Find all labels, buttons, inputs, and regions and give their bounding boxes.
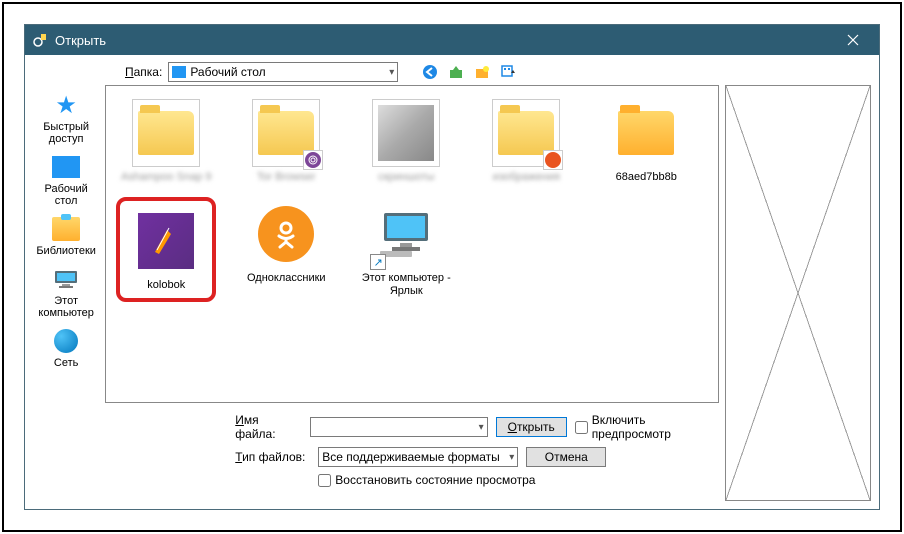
folder-icon bbox=[138, 111, 194, 155]
open-file-dialog: Открыть Папка: Рабочий стол ▾ ★ Быстрый … bbox=[24, 24, 880, 510]
sidebar-this-pc[interactable]: Этот компьютер bbox=[33, 265, 99, 319]
file-label: 68aed7bb8b bbox=[616, 171, 677, 184]
sidebar-network[interactable]: Сеть bbox=[33, 327, 99, 369]
star-icon: ★ bbox=[55, 91, 77, 120]
back-button[interactable] bbox=[420, 62, 440, 82]
file-label: kolobok bbox=[147, 279, 185, 292]
sidebar-quick-access[interactable]: ★ Быстрый доступ bbox=[33, 91, 99, 145]
filename-input[interactable]: ▾ bbox=[310, 417, 488, 437]
close-icon bbox=[847, 34, 859, 46]
folder-icon bbox=[618, 111, 674, 155]
file-item-folder[interactable]: Ashampoo Snap 9 bbox=[116, 96, 216, 187]
tor-icon bbox=[305, 152, 321, 168]
app-icon bbox=[31, 31, 49, 49]
ubuntu-icon bbox=[545, 152, 561, 168]
sidebar-item-label: Этот компьютер bbox=[33, 295, 99, 319]
file-list[interactable]: Ashampoo Snap 9 Tor Browser скриншоты из… bbox=[105, 85, 718, 403]
file-item-folder[interactable]: 68aed7bb8b bbox=[596, 96, 696, 187]
sidebar-item-label: Быстрый доступ bbox=[33, 121, 99, 145]
file-item-folder[interactable]: скриншоты bbox=[356, 96, 456, 187]
folder-dropdown[interactable]: Рабочий стол ▾ bbox=[168, 62, 398, 82]
enable-preview-checkbox[interactable]: Включить предпросмотр bbox=[575, 413, 711, 441]
computer-icon bbox=[378, 209, 434, 259]
desktop-icon bbox=[52, 156, 80, 178]
main-area: ★ Быстрый доступ Рабочий стол Библиотеки… bbox=[25, 85, 879, 509]
file-label: Этот компьютер - Ярлык bbox=[359, 272, 453, 298]
file-item-odnoklassniki[interactable]: Одноклассники bbox=[236, 197, 336, 302]
sidebar-desktop[interactable]: Рабочий стол bbox=[33, 153, 99, 207]
restore-state-checkbox[interactable]: Восстановить состояние просмотра bbox=[318, 473, 535, 487]
titlebar: Открыть bbox=[25, 25, 879, 55]
sidebar-item-label: Рабочий стол bbox=[33, 183, 99, 207]
kolobok-icon bbox=[138, 213, 194, 269]
folder-dropdown-value: Рабочий стол bbox=[190, 65, 389, 79]
libraries-icon bbox=[52, 217, 80, 241]
file-label: Tor Browser bbox=[257, 171, 316, 184]
globe-icon bbox=[54, 329, 78, 353]
computer-icon bbox=[52, 269, 80, 289]
file-label: скриншоты bbox=[378, 171, 434, 184]
sidebar-libraries[interactable]: Библиотеки bbox=[33, 215, 99, 257]
cancel-button[interactable]: Отмена bbox=[526, 447, 606, 467]
sidebar-item-label: Библиотеки bbox=[36, 245, 96, 257]
preview-pane bbox=[725, 85, 871, 501]
sidebar-item-label: Сеть bbox=[54, 357, 78, 369]
filetype-label: Тип файлов: bbox=[235, 450, 310, 464]
titlebar-title: Открыть bbox=[55, 33, 833, 48]
file-label: Ashampoo Snap 9 bbox=[121, 171, 212, 184]
image-thumb-icon bbox=[378, 105, 434, 161]
file-label: изображения bbox=[493, 171, 560, 184]
file-item-folder[interactable]: изображения bbox=[476, 96, 576, 187]
filetype-dropdown[interactable]: Все поддерживаемые форматы▾ bbox=[318, 447, 518, 467]
file-item-pc-shortcut[interactable]: ↗ Этот компьютер - Ярлык bbox=[356, 197, 456, 302]
folder-label: Папка: bbox=[125, 65, 162, 79]
new-folder-button[interactable] bbox=[472, 62, 492, 82]
chevron-down-icon[interactable]: ▾ bbox=[479, 422, 484, 433]
desktop-small-icon bbox=[172, 66, 186, 78]
up-folder-button[interactable] bbox=[446, 62, 466, 82]
odnoklassniki-icon bbox=[258, 206, 314, 262]
chevron-down-icon[interactable]: ▾ bbox=[509, 452, 514, 463]
chevron-down-icon: ▾ bbox=[389, 67, 394, 78]
folder-icon bbox=[258, 111, 314, 155]
close-button[interactable] bbox=[833, 25, 873, 55]
view-mode-button[interactable] bbox=[498, 62, 518, 82]
bottom-controls: Имя файла: ▾ Открыть Включить предпросмо… bbox=[105, 409, 718, 501]
open-button[interactable]: Открыть bbox=[496, 417, 567, 437]
sidebar: ★ Быстрый доступ Рабочий стол Библиотеки… bbox=[33, 85, 99, 501]
shortcut-arrow-icon: ↗ bbox=[370, 254, 386, 270]
filename-label: Имя файла: bbox=[235, 413, 301, 441]
file-label: Одноклассники bbox=[247, 272, 326, 285]
folder-icon bbox=[498, 111, 554, 155]
file-item-folder[interactable]: Tor Browser bbox=[236, 96, 336, 187]
toolbar: Папка: Рабочий стол ▾ bbox=[25, 55, 879, 85]
file-item-kolobok[interactable]: kolobok bbox=[116, 197, 216, 302]
